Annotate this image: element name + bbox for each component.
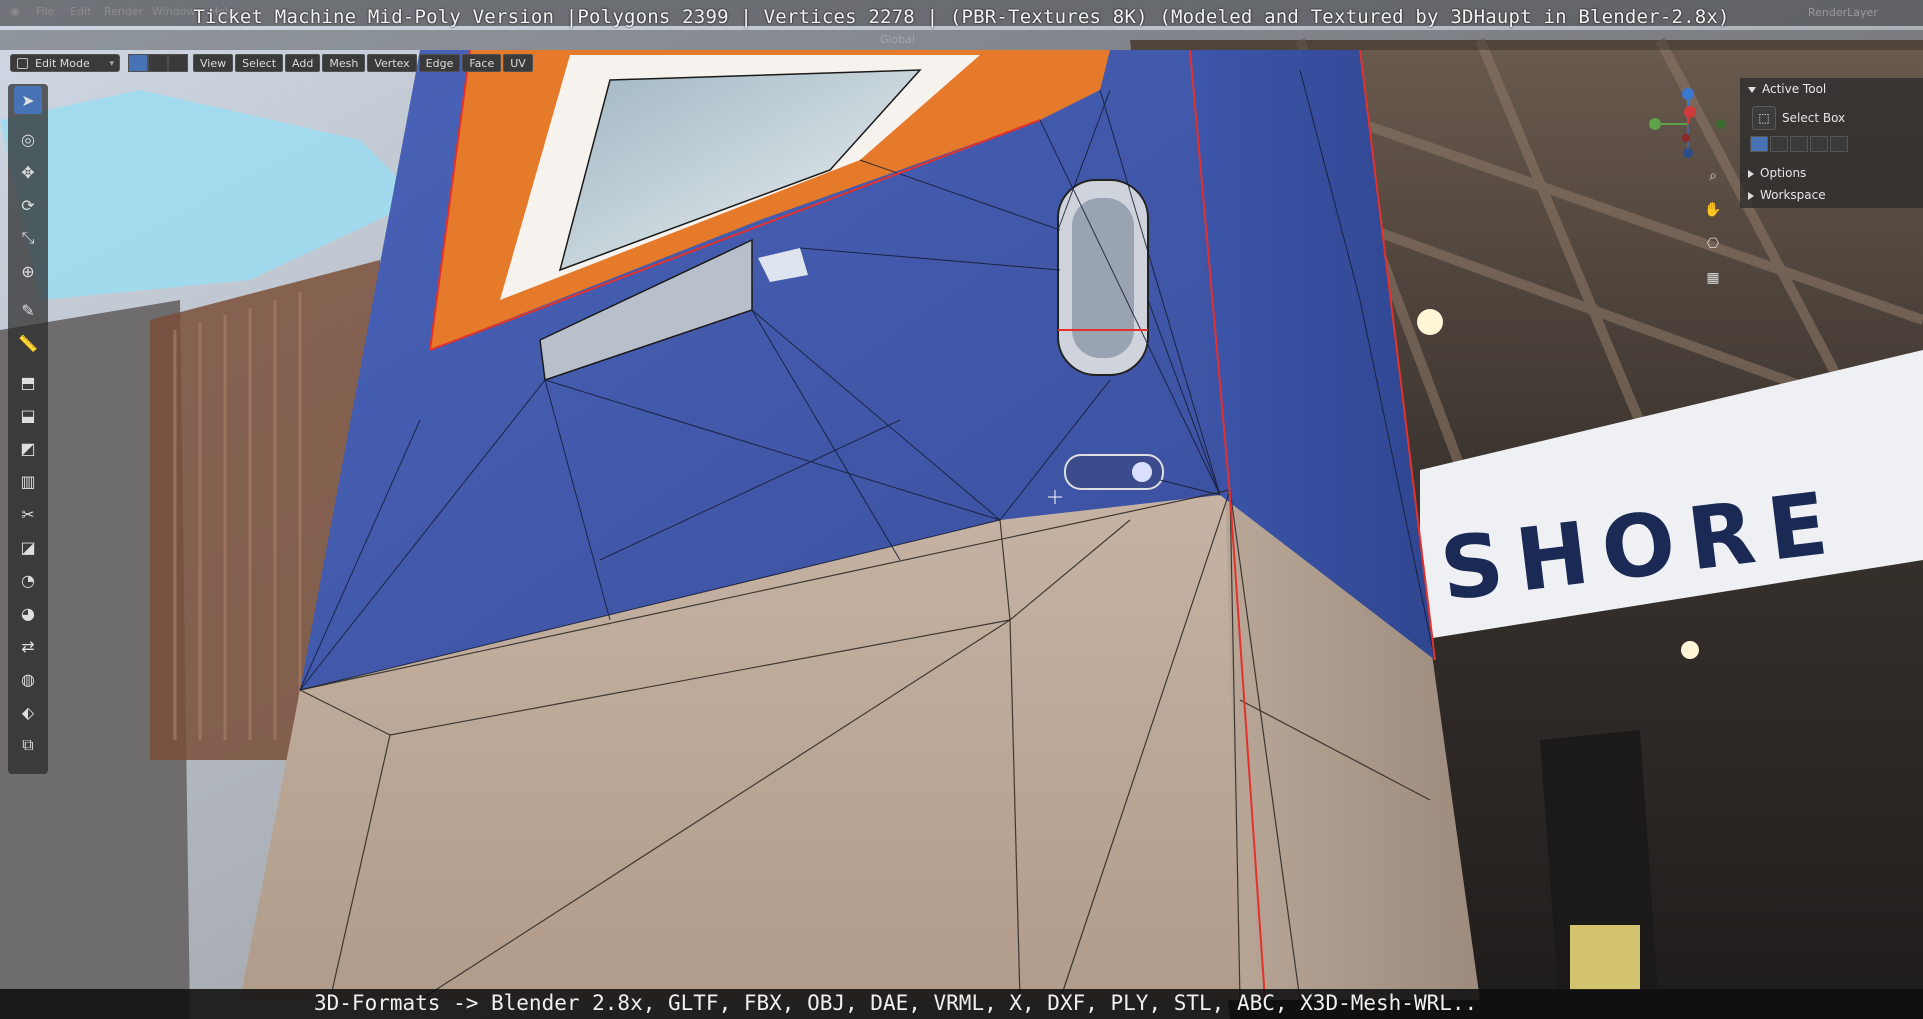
viewport-menu-view[interactable]: View [193, 54, 234, 72]
video-caption-title: Ticket Machine Mid-Poly Version |Polygon… [193, 6, 1730, 28]
vertex-select-button[interactable] [128, 54, 148, 72]
loop-cut-icon[interactable]: ▥ [14, 467, 42, 495]
options-title: Options [1760, 166, 1807, 180]
select-mode-buttons [128, 54, 188, 72]
select-box-icon[interactable]: ⬚ [1752, 106, 1776, 130]
chevron-down-icon: ▾ [109, 59, 114, 69]
formats-caption: 3D-Formats -> Blender 2.8x, GLTF, FBX, O… [314, 991, 1478, 1015]
viewport-menu-select[interactable]: Select [235, 54, 284, 72]
ruler-icon[interactable]: 📏 [14, 329, 42, 357]
active-tool-title: Active Tool [1762, 82, 1827, 96]
viewport-menu-mesh[interactable]: Mesh [322, 54, 366, 72]
zoom-icon[interactable]: ⌕ [1702, 168, 1724, 190]
collapsed-triangle-icon [1748, 169, 1754, 178]
rip-icon[interactable]: ⧉ [14, 731, 42, 759]
transform-icon[interactable]: ⊕ [14, 257, 42, 285]
viewport-menu-add[interactable]: Add [285, 54, 321, 72]
sidebar-panel: Active Tool ⬚ Select Box Options Workspa… [1740, 78, 1923, 208]
extend-selection-button[interactable] [1770, 136, 1788, 152]
3d-viewport[interactable]: SHORE ◉ File Edit Render Window Help Ren… [0, 0, 1923, 1019]
invert-selection-button[interactable] [1810, 136, 1828, 152]
rotate-icon[interactable]: ⟳ [14, 191, 42, 219]
mode-label: Edit Mode [35, 57, 90, 70]
viewport-menu-edge[interactable]: Edge [418, 54, 461, 72]
workspace-header[interactable]: Workspace [1748, 188, 1826, 202]
cursor-arrow-icon[interactable]: ➤ [14, 86, 42, 114]
viewport-menu-face[interactable]: Face [462, 54, 502, 72]
inset-icon[interactable]: ⬓ [14, 401, 42, 429]
edge-slide-icon[interactable]: ⇄ [14, 632, 42, 660]
shear-icon[interactable]: ⬖ [14, 698, 42, 726]
annotate-pen-icon[interactable]: ✎ [14, 296, 42, 324]
transform-orientation[interactable]: Global [880, 33, 915, 46]
subtract-selection-button[interactable] [1790, 136, 1808, 152]
tool-settings-bar: Global [0, 30, 1923, 50]
smooth-icon[interactable]: ◕ [14, 599, 42, 627]
select-box-label: Select Box [1782, 111, 1846, 125]
selection-modes [1750, 136, 1848, 152]
viewport-menu-vertex[interactable]: Vertex [367, 54, 417, 72]
workspace-title: Workspace [1760, 188, 1826, 202]
edit-mode-icon [17, 58, 28, 69]
viewport-menus: View Select Add Mesh Vertex Edge Face UV [193, 54, 535, 72]
intersect-selection-button[interactable] [1830, 136, 1848, 152]
options-header[interactable]: Options [1748, 166, 1806, 180]
poly-build-icon[interactable]: ◪ [14, 533, 42, 561]
navigation-tools: ⌕ ✋ ⎔ ▦ [1702, 168, 1726, 304]
move-arrows-icon[interactable]: ✥ [14, 158, 42, 186]
crosshair-cursor-icon[interactable]: ◎ [14, 125, 42, 153]
collapsed-triangle-icon [1748, 191, 1754, 200]
spin-icon[interactable]: ◔ [14, 566, 42, 594]
knife-icon[interactable]: ✂ [14, 500, 42, 528]
extrude-icon[interactable]: ⬒ [14, 368, 42, 396]
mode-dropdown[interactable]: Edit Mode ▾ [10, 54, 120, 72]
tool-shelf: ➤ ◎ ✥ ⟳ ⤡ ⊕ ✎ 📏 ⬒ ⬓ ◩ ▥ ✂ ◪ ◔ ◕ ⇄ ◍ ⬖ ⧉ [8, 84, 48, 774]
camera-view-icon[interactable]: ⎔ [1702, 236, 1724, 258]
set-new-selection-button[interactable] [1750, 136, 1768, 152]
grid-perspective-icon[interactable]: ▦ [1702, 270, 1724, 292]
bevel-icon[interactable]: ◩ [14, 434, 42, 462]
scale-icon[interactable]: ⤡ [14, 224, 42, 252]
face-select-button[interactable] [168, 54, 188, 72]
edge-select-button[interactable] [148, 54, 168, 72]
active-tool-header[interactable]: Active Tool [1748, 82, 1826, 96]
expand-triangle-icon [1748, 86, 1756, 93]
shrink-fatten-icon[interactable]: ◍ [14, 665, 42, 693]
viewport-menu-uv[interactable]: UV [503, 54, 533, 72]
pan-hand-icon[interactable]: ✋ [1702, 202, 1724, 224]
viewport-scene: SHORE [0, 0, 1923, 1019]
